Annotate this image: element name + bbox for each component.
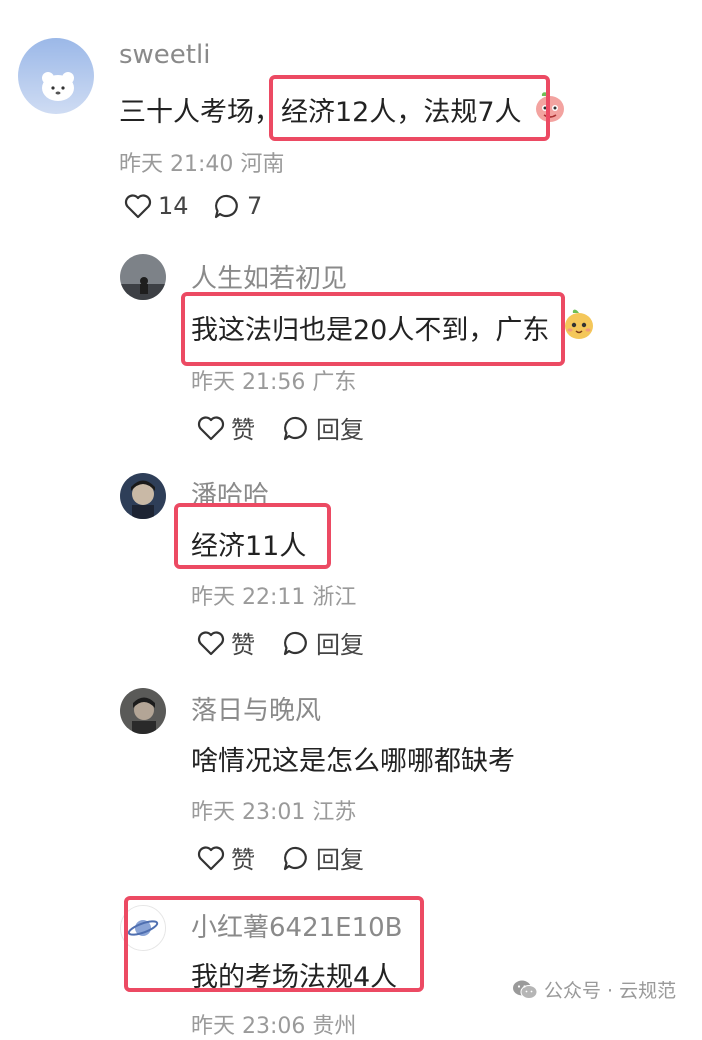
highlight-box xyxy=(124,896,424,992)
highlight-box xyxy=(181,292,565,366)
heart-icon xyxy=(197,415,225,440)
avatar-sweetli[interactable] xyxy=(18,38,94,114)
avatar-reply-2[interactable] xyxy=(120,473,166,519)
reply-button[interactable]: 回复 xyxy=(282,840,364,875)
reply-button[interactable]: 回复 xyxy=(282,410,364,445)
reply-text: 啥情况这是怎么哪哪都缺考 xyxy=(191,746,515,777)
reply-button[interactable]: 回复 xyxy=(282,625,364,660)
comment-meta: 昨天 21:40 河南 xyxy=(119,152,285,177)
like-label: 赞 xyxy=(231,846,255,874)
reply-label: 回复 xyxy=(316,846,364,874)
watermark: 公众号 · 云规范 xyxy=(512,976,676,1003)
like-label: 赞 xyxy=(231,631,255,659)
watermark-text: 公众号 · 云规范 xyxy=(544,980,677,1002)
reply-meta: 昨天 22:11 浙江 xyxy=(191,585,357,610)
heart-icon xyxy=(197,845,225,870)
like-button[interactable]: 赞 xyxy=(197,625,255,660)
avatar-reply-1[interactable] xyxy=(120,254,166,300)
reply-label: 回复 xyxy=(316,416,364,444)
like-count: 14 xyxy=(158,192,189,220)
like-label: 赞 xyxy=(231,416,255,444)
avatar-reply-3[interactable] xyxy=(120,688,166,734)
comment-bubble-icon xyxy=(283,631,307,655)
comment-username[interactable]: sweetli xyxy=(119,40,210,70)
cute-face-emoji-icon xyxy=(565,309,593,339)
comment-bubble-icon xyxy=(283,416,307,440)
reply-username[interactable]: 人生如若初见 xyxy=(191,258,347,295)
wechat-icon xyxy=(513,980,538,999)
like-button[interactable]: 赞 xyxy=(197,410,255,445)
highlight-box xyxy=(269,75,550,141)
reply-meta: 昨天 23:01 江苏 xyxy=(191,800,357,825)
like-button[interactable]: 14 xyxy=(124,192,189,220)
heart-icon xyxy=(124,194,152,219)
reply-username[interactable]: 落日与晚风 xyxy=(191,690,321,727)
reply-meta: 昨天 21:56 广东 xyxy=(191,370,357,395)
comment-bubble-icon xyxy=(214,194,238,219)
reply-meta: 昨天 23:06 贵州 xyxy=(191,1014,357,1039)
reply-label: 回复 xyxy=(316,631,364,659)
comment-bubble-icon xyxy=(283,846,307,870)
like-button[interactable]: 赞 xyxy=(197,840,255,875)
reply-count: 7 xyxy=(247,192,263,220)
heart-icon xyxy=(197,630,225,655)
highlight-box xyxy=(174,503,331,569)
reply-button[interactable]: 7 xyxy=(213,192,262,220)
